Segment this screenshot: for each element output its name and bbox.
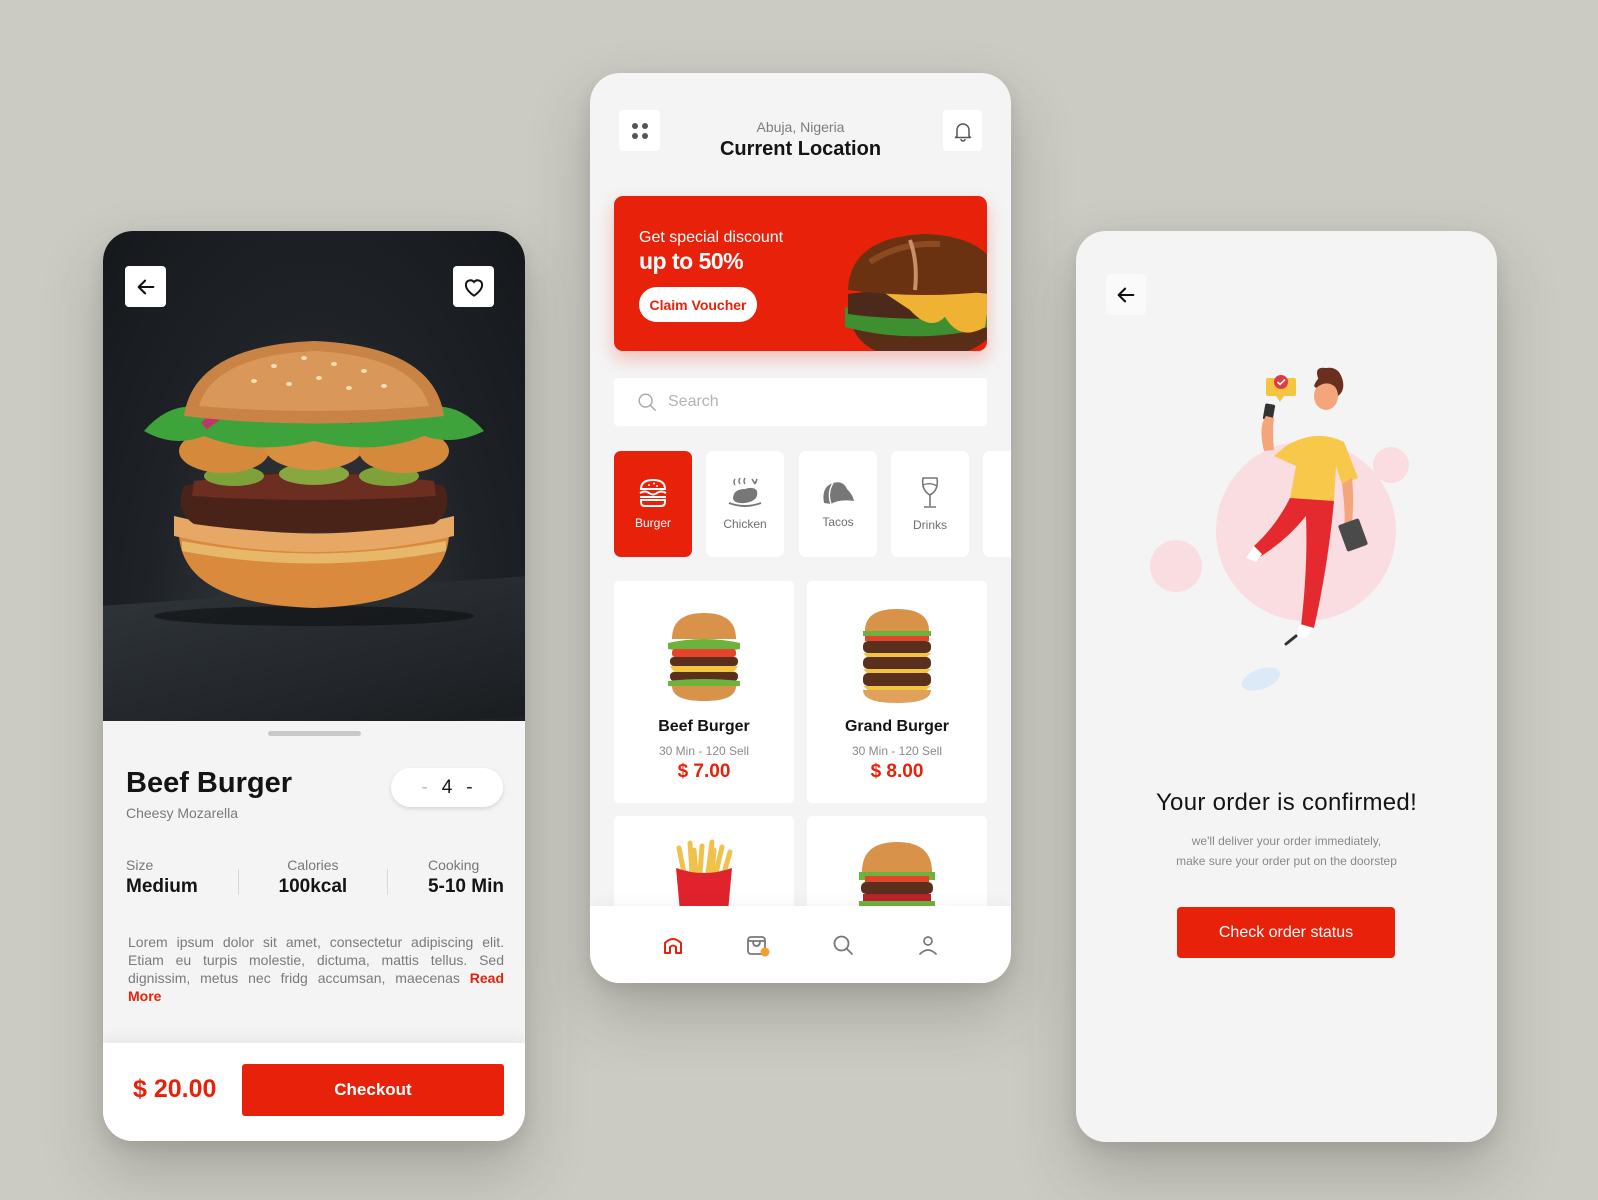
category-label: Tacos	[822, 515, 854, 529]
shopping-bag-icon	[746, 935, 770, 956]
quantity-stepper: - 4 -	[391, 768, 503, 807]
claim-voucher-button[interactable]: Claim Voucher	[639, 287, 757, 322]
bell-icon	[954, 122, 971, 142]
wine-glass-icon	[921, 477, 939, 508]
product-card-grand-burger[interactable]: Grand Burger 30 Min - 120 Sell $ 8.00	[807, 581, 987, 803]
nav-orders[interactable]	[738, 925, 778, 965]
category-burger[interactable]: Burger	[614, 451, 692, 557]
subtitle-line-1: we'll deliver your order immediately,	[1191, 834, 1382, 848]
back-button[interactable]	[1106, 274, 1146, 315]
confirmation-subtitle: we'll deliver your order immediately, ma…	[1076, 831, 1497, 871]
subtitle-line-2: make sure your order put on the doorstep	[1176, 854, 1397, 868]
nav-profile[interactable]	[908, 925, 948, 965]
stat-label: Calories	[287, 857, 339, 873]
user-icon	[919, 935, 938, 955]
search-input[interactable]	[668, 393, 968, 411]
checkout-button[interactable]: Checkout	[242, 1064, 504, 1116]
stat-value: 5-10 Min	[427, 876, 504, 897]
category-chicken[interactable]: Chicken	[706, 451, 784, 557]
total-price: $ 20.00	[133, 1075, 217, 1103]
stat-size: Size Medium	[126, 857, 198, 898]
order-confirmed-illustration	[1150, 367, 1409, 691]
roast-chicken-icon	[728, 477, 762, 507]
favorite-button[interactable]	[453, 266, 494, 307]
bottom-navigation	[590, 906, 1011, 983]
product-meta: 30 Min - 120 Sell	[658, 744, 750, 758]
stat-calories: Calories 100kcal	[279, 857, 348, 898]
product-hero-image	[103, 231, 525, 721]
burger-icon	[639, 478, 667, 507]
stat-value: 100kcal	[278, 876, 348, 897]
product-price: $ 8.00	[870, 761, 924, 782]
product-meta: 30 Min - 120 Sell	[851, 744, 943, 758]
product-card-beef-burger[interactable]: Beef Burger 30 Min - 120 Sell $ 7.00	[614, 581, 794, 803]
back-button[interactable]	[125, 266, 166, 307]
nav-home[interactable]	[653, 925, 693, 965]
stat-cooking: Cooking 5-10 Min	[428, 857, 504, 898]
product-stats: Size Medium Calories 100kcal Cooking 5-1…	[126, 857, 504, 898]
product-description: Lorem ipsum dolor sit amet, consectetur …	[128, 933, 504, 1005]
product-detail-screen: Beef Burger Cheesy Mozarella - 4 - Size …	[103, 231, 525, 1141]
category-tacos[interactable]: Tacos	[799, 451, 877, 557]
beef-burger-image	[668, 613, 740, 701]
drag-handle[interactable]	[268, 731, 361, 736]
product-name: Beef Burger	[126, 767, 292, 799]
search-bar	[614, 378, 987, 426]
description-text: Lorem ipsum dolor sit amet, consectetur …	[128, 934, 504, 986]
home-icon	[663, 937, 682, 954]
product-price: $ 7.00	[677, 761, 731, 782]
taco-icon	[823, 482, 854, 505]
home-screen: Abuja, Nigeria Current Location Get spec…	[590, 73, 1011, 983]
arrow-left-icon	[1117, 287, 1135, 302]
increase-quantity-button[interactable]: -	[466, 777, 472, 799]
search-icon	[638, 393, 656, 411]
check-order-status-button[interactable]: Check order status	[1177, 907, 1395, 958]
category-label: Drinks	[912, 518, 947, 532]
divider	[237, 869, 239, 895]
product-subtitle: Cheesy Mozarella	[126, 805, 239, 821]
product-name: Grand Burger	[844, 718, 949, 735]
category-label: Chicken	[723, 517, 767, 531]
nav-search[interactable]	[823, 925, 863, 965]
quantity-value: 4	[441, 776, 453, 798]
stat-label: Cooking	[427, 857, 480, 873]
search-icon	[833, 935, 854, 955]
arrow-left-icon	[137, 279, 154, 294]
notification-badge	[760, 947, 770, 956]
product-name: Beef Burger	[658, 718, 750, 735]
promo-line-1: Get special discount	[639, 229, 784, 246]
stat-value: Medium	[126, 876, 198, 897]
beef-burger-photo	[144, 341, 484, 626]
divider	[387, 869, 389, 895]
promo-banner: Get special discount up to 50% Claim Vou…	[614, 196, 987, 351]
category-list: Burger Chicken Tacos Drinks	[614, 451, 1011, 557]
grand-burger-image	[863, 609, 931, 703]
checkout-bar: $ 20.00 Checkout	[103, 1043, 525, 1141]
notifications-button[interactable]	[943, 110, 982, 151]
category-more[interactable]	[983, 451, 1011, 557]
category-drinks[interactable]: Drinks	[891, 451, 969, 557]
heart-icon	[464, 278, 483, 297]
promo-burger-image	[845, 234, 987, 351]
confirmation-title: Your order is confirmed!	[1155, 789, 1418, 816]
category-label: Burger	[634, 516, 672, 530]
stat-label: Size	[126, 857, 154, 873]
order-confirmed-screen: Your order is confirmed! we'll deliver y…	[1076, 231, 1497, 1142]
decrease-quantity-button[interactable]: -	[421, 777, 427, 799]
promo-line-2: up to 50%	[639, 248, 744, 274]
